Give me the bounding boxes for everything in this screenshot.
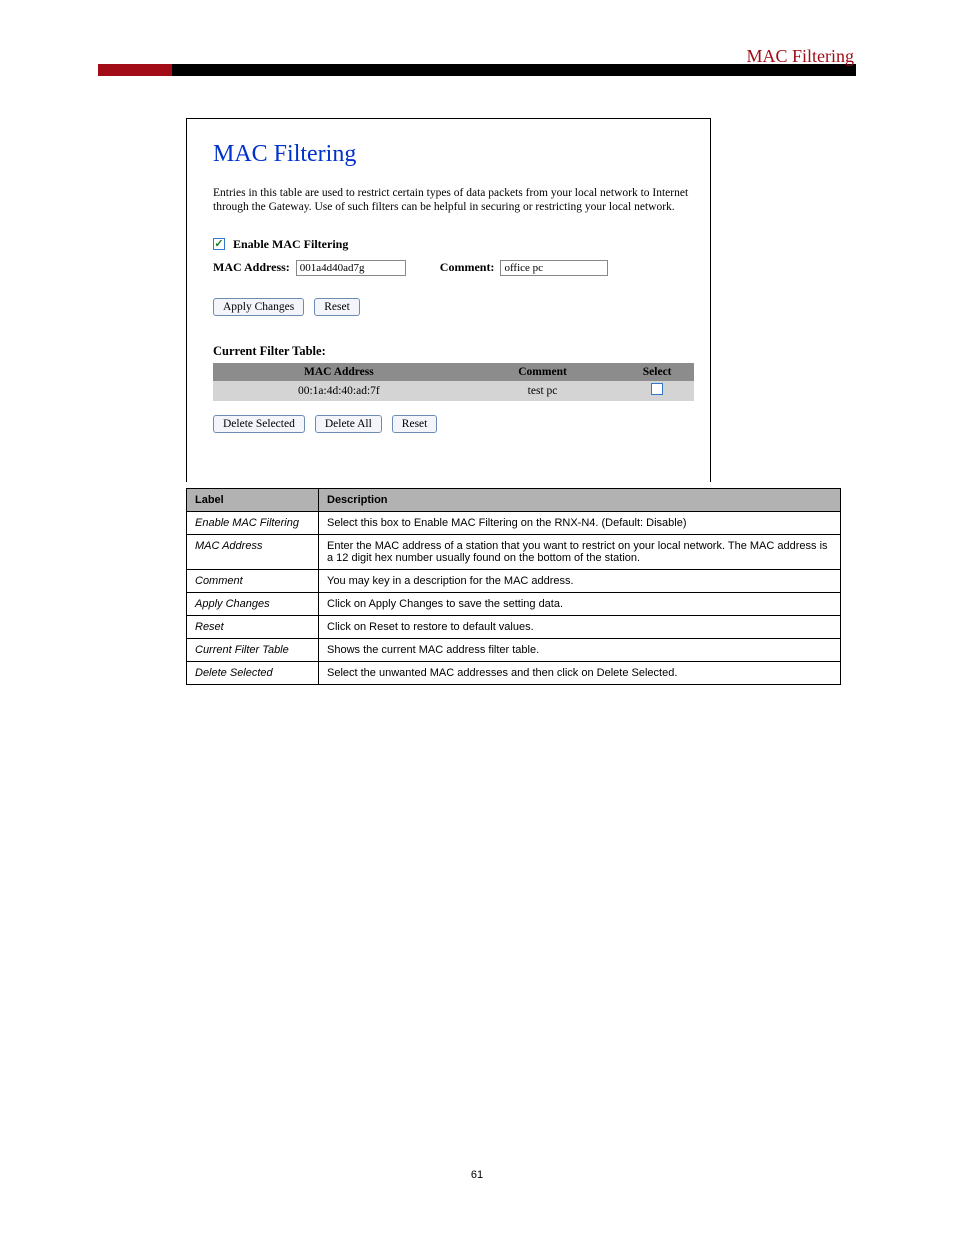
desc-row: ResetClick on Reset to restore to defaul…: [187, 616, 841, 639]
mac-address-input[interactable]: [296, 260, 406, 276]
action-button-row: Apply Changes Reset: [213, 298, 694, 316]
reset-button[interactable]: Reset: [314, 298, 360, 316]
current-filter-table-title: Current Filter Table:: [213, 344, 694, 359]
page-title: MAC Filtering: [213, 141, 694, 168]
page-number: 61: [0, 1169, 954, 1181]
desc-row: Delete SelectedSelect the unwanted MAC a…: [187, 662, 841, 685]
desc-row: CommentYou may key in a description for …: [187, 570, 841, 593]
desc-row: MAC AddressEnter the MAC address of a st…: [187, 535, 841, 570]
desc-row-text: Click on Reset to restore to default val…: [319, 616, 841, 639]
col-mac-address: MAC Address: [213, 363, 465, 381]
desc-row-label: Delete Selected: [187, 662, 319, 685]
desc-row-label: Current Filter Table: [187, 639, 319, 662]
reset-table-button[interactable]: Reset: [392, 415, 438, 433]
enable-mac-filtering-label: Enable MAC Filtering: [233, 237, 348, 252]
apply-changes-button[interactable]: Apply Changes: [213, 298, 304, 316]
desc-col-description: Description: [319, 489, 841, 512]
cell-mac: 00:1a:4d:40:ad:7f: [213, 381, 465, 401]
page-description: Entries in this table are used to restri…: [213, 186, 694, 215]
desc-row-text: Click on Apply Changes to save the setti…: [319, 593, 841, 616]
enable-mac-filtering-checkbox[interactable]: ✓: [213, 238, 225, 250]
cell-select: [620, 381, 694, 401]
delete-selected-button[interactable]: Delete Selected: [213, 415, 305, 433]
table-action-button-row: Delete Selected Delete All Reset: [213, 415, 694, 433]
ui-screenshot: MAC Filtering Entries in this table are …: [186, 118, 711, 482]
col-select: Select: [620, 363, 694, 381]
desc-row: Enable MAC FilteringSelect this box to E…: [187, 512, 841, 535]
desc-row-label: Enable MAC Filtering: [187, 512, 319, 535]
desc-row-text: Select the unwanted MAC addresses and th…: [319, 662, 841, 685]
comment-label: Comment:: [440, 260, 495, 275]
desc-col-label: Label: [187, 489, 319, 512]
desc-row-text: Enter the MAC address of a station that …: [319, 535, 841, 570]
header-band: [98, 64, 856, 76]
desc-header-row: Label Description: [187, 489, 841, 512]
desc-row: Apply ChangesClick on Apply Changes to s…: [187, 593, 841, 616]
delete-all-button[interactable]: Delete All: [315, 415, 382, 433]
desc-row-text: Select this box to Enable MAC Filtering …: [319, 512, 841, 535]
desc-row-text: You may key in a description for the MAC…: [319, 570, 841, 593]
table-header-row: MAC Address Comment Select: [213, 363, 694, 381]
desc-row-text: Shows the current MAC address filter tab…: [319, 639, 841, 662]
enable-mac-filtering-row: ✓ Enable MAC Filtering: [213, 237, 694, 252]
section-heading: MAC Filtering: [746, 46, 854, 67]
desc-row: Current Filter TableShows the current MA…: [187, 639, 841, 662]
row-select-checkbox[interactable]: [651, 383, 663, 395]
desc-row-label: Reset: [187, 616, 319, 639]
field-description-table: Label Description Enable MAC FilteringSe…: [186, 488, 841, 685]
mac-inputs-row: MAC Address: Comment:: [213, 260, 694, 276]
mac-address-label: MAC Address:: [213, 260, 290, 275]
table-row: 00:1a:4d:40:ad:7f test pc: [213, 381, 694, 401]
desc-row-label: MAC Address: [187, 535, 319, 570]
desc-row-label: Comment: [187, 570, 319, 593]
current-filter-table: MAC Address Comment Select 00:1a:4d:40:a…: [213, 363, 694, 401]
cell-comment: test pc: [465, 381, 621, 401]
header-band-red: [98, 64, 172, 76]
desc-row-label: Apply Changes: [187, 593, 319, 616]
col-comment: Comment: [465, 363, 621, 381]
comment-input[interactable]: [500, 260, 608, 276]
